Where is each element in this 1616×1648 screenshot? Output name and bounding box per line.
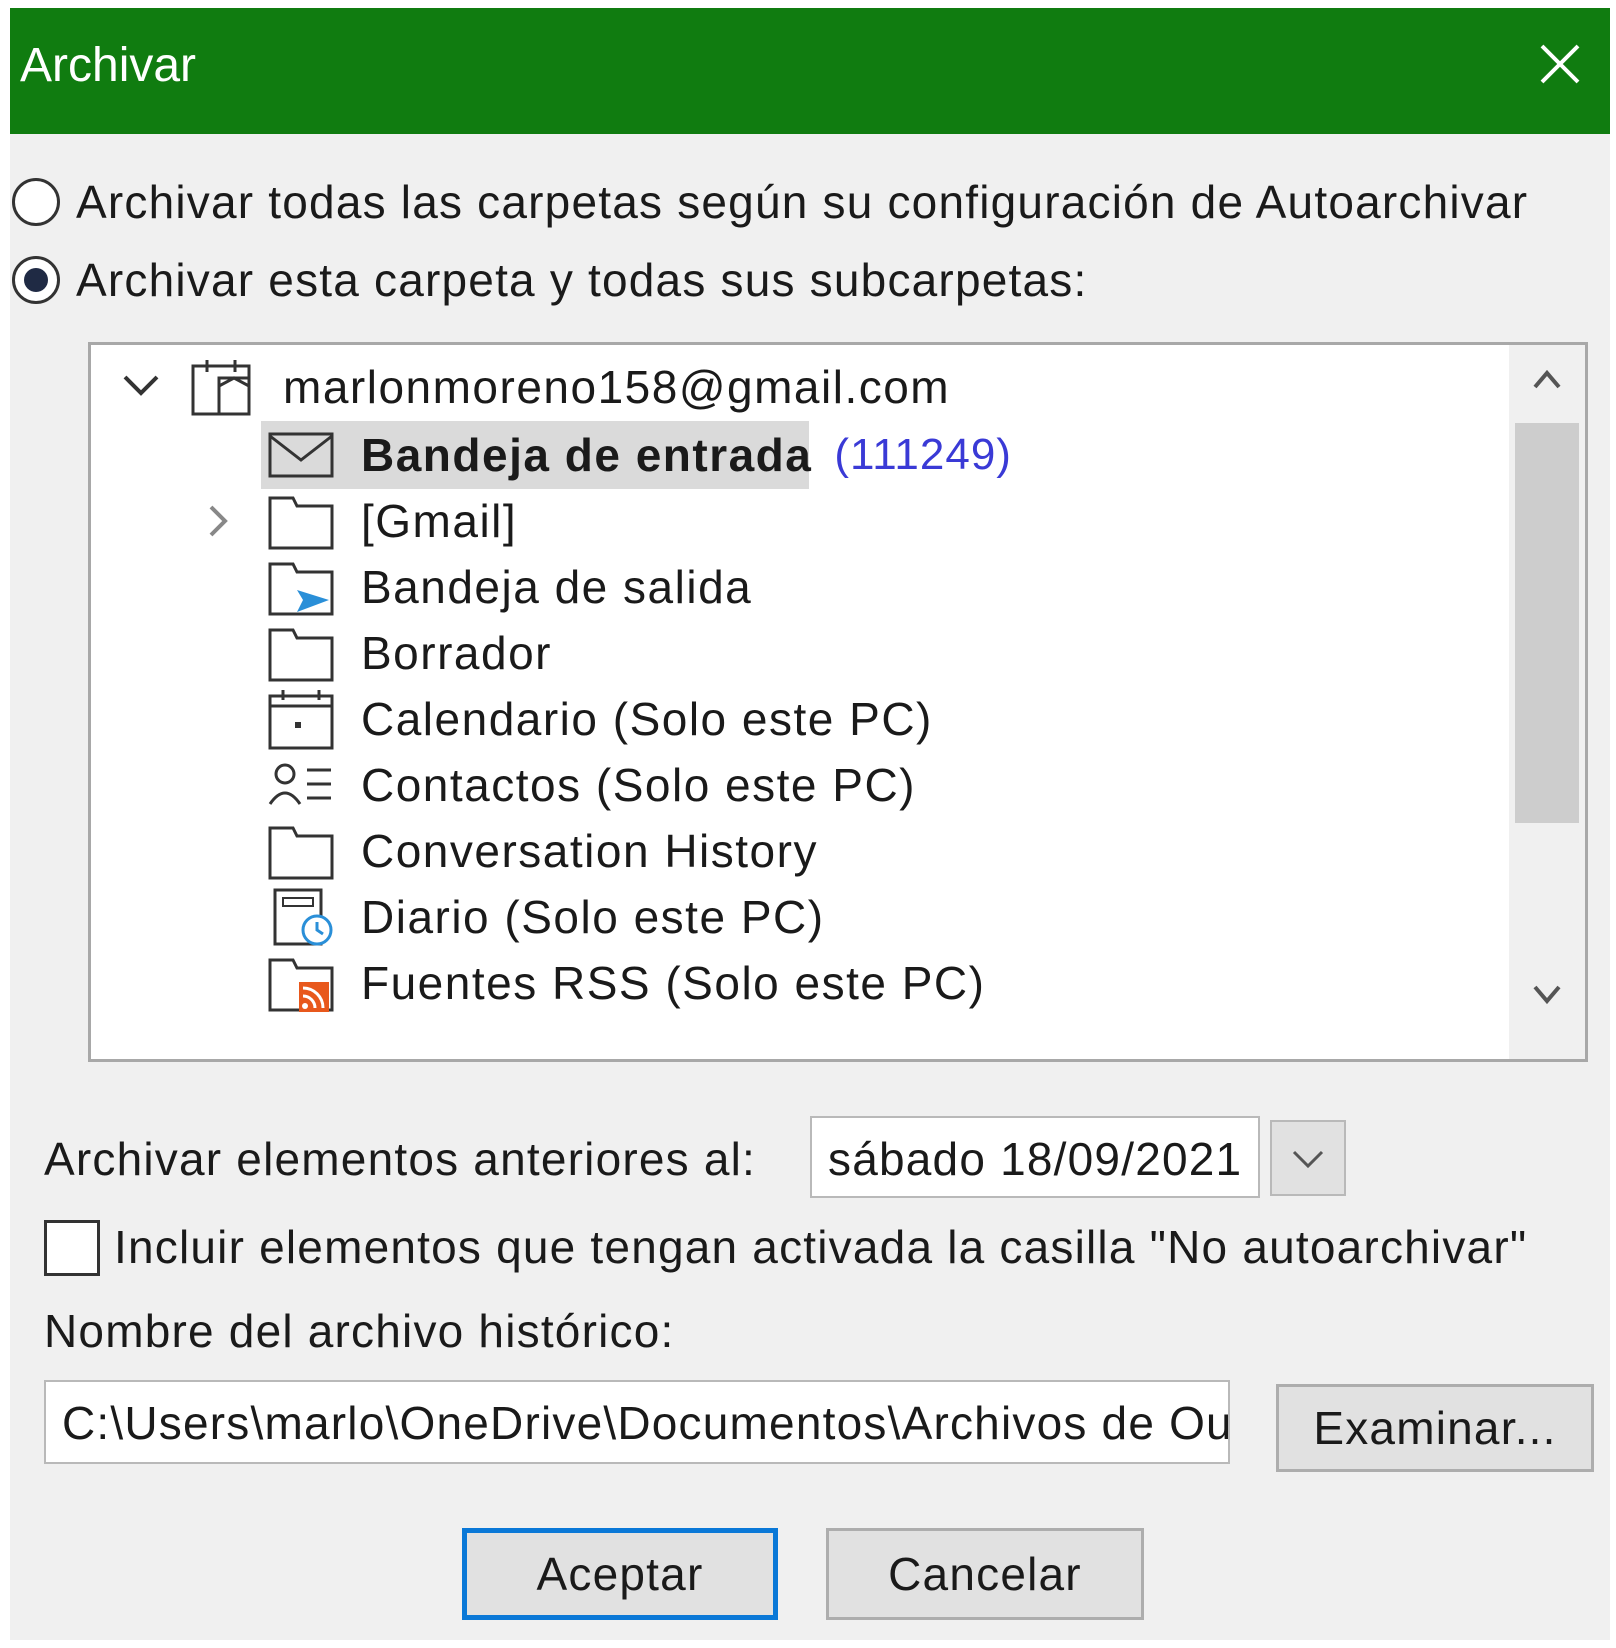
tree-account-row[interactable]: marlonmoreno158@gmail.com bbox=[113, 353, 950, 421]
tree-item-label: Borrador bbox=[361, 627, 552, 679]
archive-date-value: sábado 18/09/2021 bbox=[828, 1133, 1243, 1185]
tree-item-label: Diario (Solo este PC) bbox=[361, 891, 825, 943]
archive-date-label: Archivar elementos anteriores al: bbox=[44, 1133, 757, 1185]
archive-dialog: Archivar Archivar todas las carpetas seg… bbox=[10, 8, 1610, 1640]
contacts-icon bbox=[268, 763, 331, 805]
tree-item-label: Contactos (Solo este PC) bbox=[361, 759, 917, 811]
calendar-icon bbox=[268, 690, 334, 750]
tree-item-gmail[interactable]: [Gmail] bbox=[191, 487, 517, 555]
tree-item-label: Fuentes RSS (Solo este PC) bbox=[361, 957, 986, 1009]
radio-all-folders[interactable]: Archivar todas las carpetas según su con… bbox=[12, 172, 1528, 232]
folder-tree[interactable]: marlonmoreno158@gmail.com Bandeja de ent… bbox=[88, 342, 1588, 1062]
mail-icon bbox=[268, 432, 334, 478]
close-button[interactable] bbox=[1530, 34, 1590, 94]
tree-item-label: [Gmail] bbox=[361, 495, 518, 547]
archive-file-value: C:\Users\marlo\OneDrive\Documentos\Archi… bbox=[62, 1397, 1230, 1449]
outbox-icon bbox=[268, 562, 334, 616]
tree-item-journal[interactable]: Diario (Solo este PC) bbox=[267, 883, 825, 951]
folder-icon bbox=[268, 628, 334, 682]
tree-item-label: Bandeja de entrada bbox=[361, 429, 813, 481]
close-icon bbox=[1540, 44, 1580, 84]
cancel-button[interactable]: Cancelar bbox=[826, 1528, 1144, 1620]
scroll-down-icon[interactable] bbox=[1527, 975, 1567, 1015]
browse-button[interactable]: Examinar... bbox=[1276, 1384, 1594, 1472]
tree-item-label: Calendario (Solo este PC) bbox=[361, 693, 933, 745]
tree-item-label: Bandeja de salida bbox=[361, 561, 753, 613]
radio-this-folder[interactable]: Archivar esta carpeta y todas sus subcar… bbox=[12, 250, 1087, 310]
mailbox-icon bbox=[191, 360, 251, 416]
account-label: marlonmoreno158@gmail.com bbox=[283, 361, 951, 413]
chevron-down-icon[interactable] bbox=[113, 359, 169, 415]
tree-item-conversation-history[interactable]: Conversation History bbox=[267, 817, 818, 885]
chevron-down-icon bbox=[1292, 1150, 1324, 1169]
scroll-thumb[interactable] bbox=[1515, 423, 1579, 823]
rss-folder-icon bbox=[268, 958, 334, 1012]
tree-item-label: Conversation History bbox=[361, 825, 818, 877]
archive-date-field[interactable]: sábado 18/09/2021 bbox=[810, 1116, 1260, 1198]
radio-all-folders-label: Archivar todas las carpetas según su con… bbox=[76, 176, 1529, 228]
archive-file-input[interactable]: C:\Users\marlo\OneDrive\Documentos\Archi… bbox=[44, 1380, 1230, 1464]
tree-item-drafts[interactable]: Borrador bbox=[267, 619, 552, 687]
folder-icon bbox=[268, 496, 334, 550]
title-bar: Archivar bbox=[10, 8, 1610, 134]
radio-all-folders-button[interactable] bbox=[12, 178, 60, 226]
scroll-up-icon[interactable] bbox=[1527, 359, 1567, 399]
folder-icon bbox=[268, 826, 334, 880]
tree-item-outbox[interactable]: Bandeja de salida bbox=[267, 553, 752, 621]
radio-this-folder-label: Archivar esta carpeta y todas sus subcar… bbox=[76, 254, 1088, 306]
date-dropdown-button[interactable] bbox=[1270, 1120, 1346, 1196]
tree-item-rss[interactable]: Fuentes RSS (Solo este PC) bbox=[267, 949, 985, 1017]
include-no-autoarchive-label: Incluir elementos que tengan activada la… bbox=[114, 1221, 1528, 1273]
journal-icon bbox=[273, 888, 333, 946]
ok-button[interactable]: Aceptar bbox=[462, 1528, 778, 1620]
unread-count: (111249) bbox=[834, 430, 1012, 479]
tree-item-calendar[interactable]: Calendario (Solo este PC) bbox=[267, 685, 933, 753]
tree-item-inbox[interactable]: Bandeja de entrada (111249) bbox=[267, 421, 1012, 489]
tree-scrollbar[interactable] bbox=[1509, 345, 1585, 1059]
tree-item-contacts[interactable]: Contactos (Solo este PC) bbox=[267, 751, 916, 819]
include-no-autoarchive-checkbox[interactable] bbox=[44, 1220, 100, 1276]
archive-file-label: Nombre del archivo histórico: bbox=[44, 1305, 675, 1357]
dialog-title: Archivar bbox=[20, 39, 197, 92]
radio-this-folder-button[interactable] bbox=[12, 256, 60, 304]
chevron-right-icon[interactable] bbox=[191, 493, 247, 549]
